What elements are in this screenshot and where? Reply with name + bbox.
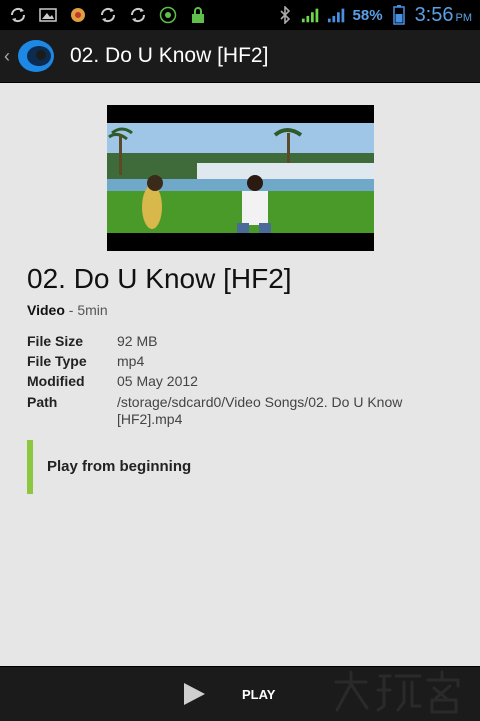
notification-icons	[0, 6, 208, 24]
clock-time: 3:56	[414, 3, 454, 26]
app-logo-icon[interactable]	[14, 34, 58, 78]
battery-icon	[389, 5, 409, 25]
video-type: Video	[27, 302, 65, 318]
watermark-logo	[324, 668, 474, 716]
file-type-value: mp4	[117, 353, 145, 369]
clock-ampm: PM	[455, 11, 473, 24]
page-title: 02. Do U Know [HF2]	[70, 44, 269, 67]
video-title: 02. Do U Know [HF2]	[27, 263, 292, 294]
action-bar: ‹ 02. Do U Know [HF2]	[0, 30, 480, 83]
separator: -	[64, 302, 78, 318]
sync-icon	[8, 6, 28, 24]
thumbnail-image	[107, 123, 374, 233]
accent-bar	[27, 440, 33, 494]
system-icons: 58% 3:56 PM	[275, 4, 480, 27]
signal-icon	[327, 6, 347, 24]
play-label: PLAY	[242, 686, 276, 702]
path-label: Path	[27, 394, 58, 410]
modified-value: 05 May 2012	[117, 373, 198, 389]
status-bar: 58% 3:56 PM	[0, 0, 480, 30]
clock: 3:56 PM	[415, 4, 472, 27]
back-caret-icon[interactable]: ‹	[4, 46, 12, 67]
modified-label: Modified	[27, 373, 85, 389]
play-icon	[180, 680, 208, 708]
file-size-value: 92 MB	[117, 333, 158, 349]
path-value: /storage/sdcard0/Video Songs/02. Do U Kn…	[117, 394, 403, 427]
bluetooth-icon	[275, 6, 295, 24]
signal-icon	[301, 6, 321, 24]
battery-percent: 58%	[352, 6, 383, 24]
video-subtitle: Video - 5min	[27, 302, 108, 318]
counter-icon	[158, 6, 178, 24]
play-from-beginning-button[interactable]: Play from beginning	[27, 440, 453, 494]
video-details: 02. Do U Know [HF2] Video - 5min File Si…	[0, 83, 480, 666]
play-button[interactable]: PLAY	[180, 677, 320, 711]
app-icon	[68, 6, 88, 24]
video-thumbnail[interactable]	[107, 105, 374, 251]
sync-icon	[98, 6, 118, 24]
video-duration: 5min	[77, 302, 108, 318]
file-size-label: File Size	[27, 333, 84, 349]
file-type-label: File Type	[27, 353, 87, 369]
play-from-beginning-label: Play from beginning	[47, 458, 192, 475]
sync-icon	[128, 6, 148, 24]
image-icon	[38, 6, 58, 24]
lock-icon	[188, 6, 208, 24]
